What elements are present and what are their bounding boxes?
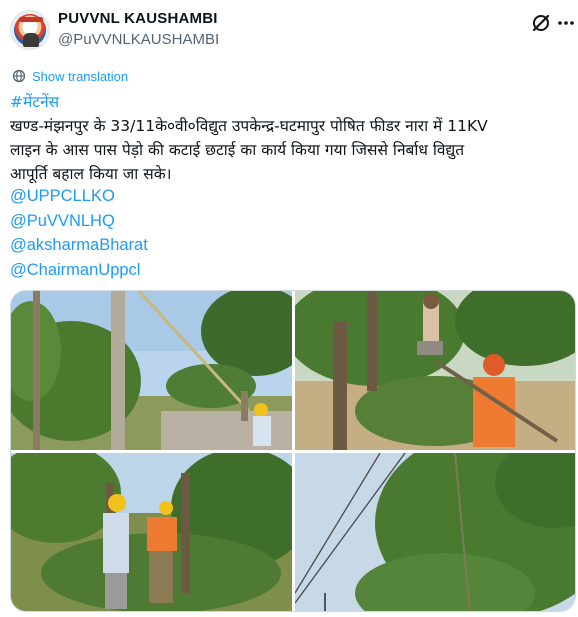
media-grid [10, 290, 576, 612]
photo-2[interactable] [295, 291, 575, 450]
tweet-text-line: लाइन के आस पास पेड़ो की कटाई छटाई का कार… [10, 141, 465, 159]
avatar[interactable] [10, 10, 50, 50]
mention-list: @UPPCLLKO @PuVVNLHQ @aksharmaBharat @Cha… [10, 184, 148, 282]
mention-link[interactable]: @PuVVNLHQ [10, 209, 148, 234]
mention-link[interactable]: @ChairmanUppcl [10, 258, 148, 283]
tweet-card: PUVVNL KAUSHAMBI @PuVVNLKAUSHAMBI Show t… [0, 0, 578, 617]
tweet-text: #मेंटनेंस खण्ड-मंझनपुर के 33/11के०वी०विद… [10, 90, 570, 186]
display-name[interactable]: PUVVNL KAUSHAMBI [58, 10, 218, 27]
hashtag-link[interactable]: #मेंटनेंस [10, 93, 59, 111]
tweet-text-line: खण्ड-मंझनपुर के 33/11के०वी०विद्युत उपकेन… [10, 117, 488, 135]
photo-3[interactable] [11, 453, 292, 611]
more-icon[interactable] [556, 12, 576, 34]
tweet-text-line: आपूर्ति बहाल किया जा सके। [10, 165, 172, 183]
account-handle[interactable]: @PuVVNLKAUSHAMBI [58, 31, 219, 48]
show-translation-link[interactable]: Show translation [12, 67, 128, 85]
show-translation-label[interactable]: Show translation [32, 69, 128, 84]
grok-icon[interactable] [530, 12, 552, 34]
photo-4[interactable] [295, 453, 575, 611]
mention-link[interactable]: @aksharmaBharat [10, 233, 148, 258]
mention-link[interactable]: @UPPCLLKO [10, 184, 148, 209]
photo-1[interactable] [11, 291, 292, 450]
globe-icon [12, 69, 26, 83]
